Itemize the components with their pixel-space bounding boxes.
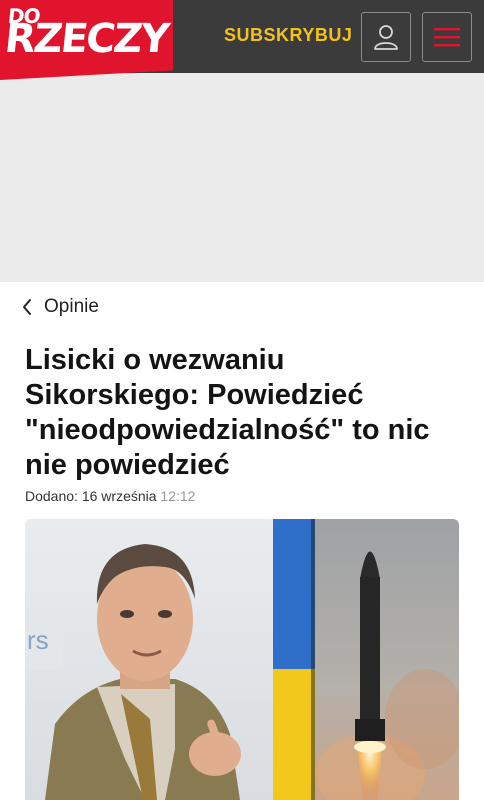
breadcrumb[interactable]: Opinie bbox=[22, 296, 99, 318]
chevron-left-icon bbox=[23, 299, 31, 315]
article-title: Lisicki o wezwaniu Sikorskiego: Powiedzi… bbox=[25, 344, 430, 481]
breadcrumb-category-label: Opinie bbox=[44, 296, 99, 317]
article-hero-image[interactable]: rs bbox=[25, 519, 459, 800]
publish-time: 12:12 bbox=[160, 488, 196, 504]
article-meta: Dodano: 16 września 12:12 bbox=[25, 488, 195, 504]
hamburger-menu-icon bbox=[434, 28, 460, 47]
publish-date: 16 września bbox=[81, 488, 157, 504]
user-icon bbox=[374, 25, 398, 50]
user-account-button[interactable] bbox=[361, 12, 411, 62]
menu-button[interactable] bbox=[422, 12, 472, 62]
subscribe-link[interactable]: SUBSKRYBUJ bbox=[224, 25, 352, 46]
site-logo[interactable]: DO RZECZY bbox=[0, 0, 173, 80]
svg-text:rs: rs bbox=[27, 625, 49, 655]
top-navigation-bar: DO RZECZY SUBSKRYBUJ bbox=[0, 0, 484, 80]
date-prefix: Dodano: bbox=[25, 488, 78, 504]
advertisement-placeholder bbox=[0, 73, 484, 282]
logo-main-text: RZECZY bbox=[2, 16, 170, 62]
hero-photo-illustration: rs bbox=[25, 519, 459, 800]
